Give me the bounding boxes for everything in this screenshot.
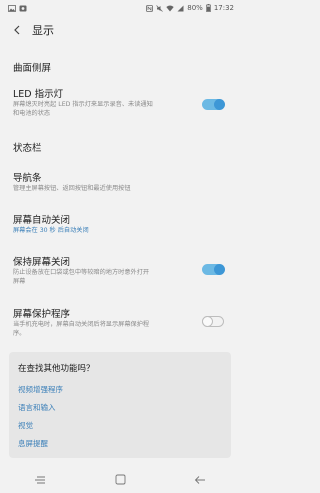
suggestion-link-language-input[interactable]: 语言和输入 <box>18 402 56 413</box>
wifi-icon <box>166 5 174 12</box>
toggle-knob <box>214 264 225 275</box>
toggle-knob <box>214 99 225 110</box>
status-time: 17:32 <box>213 4 234 12</box>
status-bar-right: 80% 17:32 <box>146 4 234 12</box>
setting-title: 状态栏 <box>13 143 42 154</box>
status-bar-left <box>8 4 27 12</box>
mute-icon <box>156 4 163 12</box>
home-icon <box>115 474 125 485</box>
setting-description: 序。 <box>13 330 26 337</box>
setting-description: 屏幕 <box>13 278 26 285</box>
setting-status-bar[interactable]: 状态栏 <box>0 134 240 160</box>
back-icon <box>194 475 205 484</box>
setting-title: 保持屏幕关闭 <box>13 257 71 268</box>
image-notification-icon <box>8 4 16 12</box>
setting-title: 曲面侧屏 <box>13 63 52 74</box>
setting-description: 当手机充电时，屏幕自动关闭后将显示屏幕保护程 <box>13 321 150 328</box>
keep-screen-off-toggle[interactable] <box>202 264 225 275</box>
navigation-bar <box>0 466 240 493</box>
setting-description: 屏幕熄灭时亮起 LED 指示灯来显示录音、未读通知 <box>13 101 153 108</box>
setting-title: 屏幕自动关闭 <box>13 215 71 226</box>
suggestion-link-video-enhancer[interactable]: 视频增强程序 <box>18 384 63 395</box>
status-bar: 80% 17:32 <box>0 0 240 16</box>
setting-title: 屏幕保护程序 <box>13 309 71 320</box>
setting-title: LED 指示灯 <box>13 89 64 100</box>
setting-title: 导航条 <box>13 173 42 184</box>
suggestions-card: 在查找其他功能吗？ 视频增强程序 语言和输入 视觉 息屏提醒 <box>9 352 231 458</box>
setting-description: 防止设备放在口袋或包中等较暗的地方时意外打开 <box>13 269 150 276</box>
setting-navigation-bar[interactable]: 导航条 管理主屏幕按钮、返回按钮和最近使用按钮 <box>0 166 240 196</box>
battery-icon <box>205 4 211 12</box>
app-header: 显示 <box>0 16 240 44</box>
recents-icon <box>35 476 45 483</box>
setting-description: 和电池的状态 <box>13 110 51 117</box>
setting-screen-saver[interactable]: 屏幕保护程序 当手机充电时，屏幕自动关闭后将显示屏幕保护程 序。 <box>0 302 240 344</box>
suggestion-link-vision[interactable]: 视觉 <box>18 420 33 431</box>
toggle-knob <box>202 316 213 327</box>
setting-description: 管理主屏幕按钮、返回按钮和最近使用按钮 <box>13 185 131 192</box>
page-title: 显示 <box>32 24 54 37</box>
back-arrow-icon[interactable] <box>8 21 26 39</box>
setting-value: 屏幕会在 30 秒 后自动关闭 <box>13 227 89 234</box>
suggestions-title: 在查找其他功能吗？ <box>18 364 95 374</box>
setting-screen-timeout[interactable]: 屏幕自动关闭 屏幕会在 30 秒 后自动关闭 <box>0 208 240 238</box>
photo-notification-icon <box>19 5 27 12</box>
led-indicator-toggle[interactable] <box>202 99 225 110</box>
suggestion-link-always-on-display[interactable]: 息屏提醒 <box>18 438 48 449</box>
battery-percentage: 80% <box>187 4 203 12</box>
signal-icon <box>177 5 184 12</box>
home-button[interactable] <box>110 472 130 488</box>
back-button[interactable] <box>190 472 210 488</box>
screen-saver-toggle[interactable] <box>202 316 224 327</box>
setting-led-indicator[interactable]: LED 指示灯 屏幕熄灭时亮起 LED 指示灯来显示录音、未读通知 和电池的状态 <box>0 82 240 124</box>
setting-keep-screen-off[interactable]: 保持屏幕关闭 防止设备放在口袋或包中等较暗的地方时意外打开 屏幕 <box>0 250 240 292</box>
nfc-icon <box>146 4 154 12</box>
setting-curved-edge-screen[interactable]: 曲面侧屏 <box>0 52 240 80</box>
recents-button[interactable] <box>30 472 50 488</box>
